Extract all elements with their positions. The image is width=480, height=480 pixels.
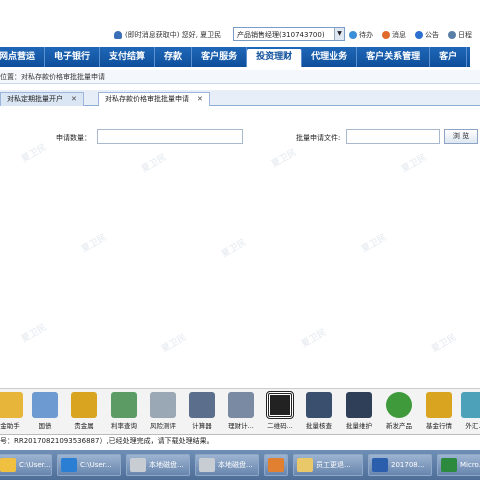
calendar-icon — [448, 31, 456, 39]
file-label: 批量申请文件: — [296, 134, 341, 142]
qrcode-icon — [266, 391, 294, 419]
dock-item-treasury[interactable]: 国债 — [27, 392, 63, 430]
drive-icon — [199, 458, 215, 472]
dock-item-batch-check[interactable]: 批量核查 — [301, 392, 337, 430]
windows-taskbar: C:\User... C:\User... 本地磁盘... 本地磁盘... 员工… — [0, 450, 480, 480]
currency-icon — [461, 392, 480, 418]
taskbar-ie[interactable]: C:\User... — [57, 454, 121, 476]
qty-input[interactable] — [97, 129, 243, 144]
nav-item[interactable]: 代理业务 — [302, 47, 358, 67]
chart-icon — [111, 392, 137, 418]
message-button[interactable]: 消息 — [382, 30, 406, 40]
dock-item-rate-query[interactable]: 利率查询 — [106, 392, 142, 430]
nav-item-active[interactable]: 投资理财 — [247, 49, 303, 67]
ie-icon — [61, 458, 77, 472]
instant-message-status[interactable]: (即时消息获取中) 您好, 夏卫民 — [114, 30, 221, 40]
breadcrumb: 位置：对私存款价格审批批量申请 — [0, 70, 480, 84]
person-icon — [306, 392, 332, 418]
gold-bar-icon — [71, 392, 97, 418]
nav-item[interactable]: 客户关系管理 — [357, 47, 431, 67]
todo-button[interactable]: 待办 — [349, 30, 373, 40]
top-info-bar: (即时消息获取中) 您好, 夏卫民 产品销售经理(310743700) ▼ 待办 … — [0, 24, 480, 46]
close-icon[interactable]: ✕ — [197, 95, 203, 103]
bond-icon — [32, 392, 58, 418]
user-greeting: 您好, 夏卫民 — [181, 31, 222, 39]
dock-item-fund-market[interactable]: 基金行情 — [421, 392, 457, 430]
watermark: 夏卫民 — [300, 327, 329, 350]
watermark: 夏卫民 — [140, 152, 169, 175]
taskbar-excel[interactable]: Micro... — [437, 454, 480, 476]
watermark: 夏卫民 — [220, 237, 249, 260]
chevron-down-icon: ▼ — [334, 28, 344, 40]
nav-item[interactable]: 存款 — [155, 47, 193, 67]
calculator-icon — [189, 392, 215, 418]
taskbar-media[interactable] — [264, 454, 288, 476]
notice-button[interactable]: 公告 — [415, 30, 439, 40]
coin-icon — [0, 392, 23, 418]
user-icon — [114, 31, 122, 39]
dock-item-precious-metal[interactable]: 贵金属 — [66, 392, 102, 430]
drive-icon — [130, 458, 146, 472]
dock-item-qrcode[interactable]: 二维码... — [262, 391, 298, 430]
watermark: 夏卫民 — [20, 322, 49, 345]
dock-item-risk-test[interactable]: 风险测评 — [145, 392, 181, 430]
clock-icon — [349, 31, 357, 39]
folder-icon — [0, 458, 16, 472]
media-icon — [268, 458, 284, 472]
nav-item[interactable]: 客户服务 — [192, 47, 248, 67]
watermark: 夏卫民 — [360, 232, 389, 255]
role-select[interactable]: 产品销售经理(310743700) ▼ — [233, 27, 345, 41]
gauge-icon — [150, 392, 176, 418]
dock-item-new-product[interactable]: 新发产品 — [381, 392, 417, 430]
quick-tool-dock: 金助手 国债 贵金属 利率查询 风险测评 计算器 理财计... 二维码... 批… — [0, 388, 480, 434]
folder-icon — [297, 458, 313, 472]
status-bar: 号：RR20170821093536887）,已经处理完成，请下载处理结果。 — [0, 434, 480, 447]
nav-item[interactable]: 电子银行 — [45, 47, 101, 67]
browse-button[interactable]: 浏 览 — [444, 129, 478, 144]
taskbar-word[interactable]: 201708... — [368, 454, 432, 476]
taskbar-disk-2[interactable]: 本地磁盘... — [195, 454, 259, 476]
dock-item-batch-maintain[interactable]: 批量维护 — [341, 392, 377, 430]
calculator-icon — [228, 392, 254, 418]
file-input[interactable] — [346, 129, 440, 144]
taskbar-disk-1[interactable]: 本地磁盘... — [126, 454, 190, 476]
tab-price-approval[interactable]: 对私存款价格审批批量申请 ✕ — [98, 92, 210, 107]
mail-icon — [382, 31, 390, 39]
tab-batch-open[interactable]: 对私定期批量开户 ✕ — [0, 92, 84, 106]
dock-item-forex[interactable]: 外汇.. — [456, 392, 480, 430]
calendar-button[interactable]: 日程 — [448, 30, 472, 40]
watermark: 夏卫民 — [80, 232, 109, 255]
watermark: 夏卫民 — [400, 152, 429, 175]
chart-icon — [426, 392, 452, 418]
form-panel: 夏卫民 夏卫民 夏卫民 夏卫民 夏卫民 夏卫民 夏卫民 夏卫民 夏卫民 夏卫民 … — [0, 106, 480, 386]
dock-item-gold-assistant[interactable]: 金助手 — [0, 392, 28, 430]
globe-icon — [386, 392, 412, 418]
dock-item-finance-calc[interactable]: 理财计... — [223, 392, 259, 430]
dock-item-calculator[interactable]: 计算器 — [184, 392, 220, 430]
excel-icon — [441, 458, 457, 472]
app-window: (即时消息获取中) 您好, 夏卫民 产品销售经理(310743700) ▼ 待办 … — [0, 0, 480, 480]
tab-bar: 对私定期批量开户 ✕ 对私存款价格审批批量申请 ✕ — [0, 90, 480, 107]
watermark: 夏卫民 — [430, 332, 459, 355]
word-icon — [372, 458, 388, 472]
taskbar-explorer-1[interactable]: C:\User... — [0, 454, 52, 476]
watermark: 夏卫民 — [270, 147, 299, 170]
close-icon[interactable]: ✕ — [71, 95, 77, 103]
main-nav: 网点营运 电子银行 支付结算 存款 客户服务 投资理财 代理业务 客户关系管理 … — [0, 47, 470, 67]
bell-icon — [415, 31, 423, 39]
nav-item[interactable]: 客户 — [430, 47, 468, 67]
watermark: 夏卫民 — [160, 332, 189, 355]
watermark: 夏卫民 — [20, 142, 49, 165]
taskbar-staff[interactable]: 员工更退... — [293, 454, 363, 476]
nav-item[interactable]: 支付结算 — [100, 47, 156, 67]
person-icon — [346, 392, 372, 418]
qty-label: 申请数量： — [56, 134, 91, 142]
nav-item[interactable]: 网点营运 — [0, 47, 46, 67]
